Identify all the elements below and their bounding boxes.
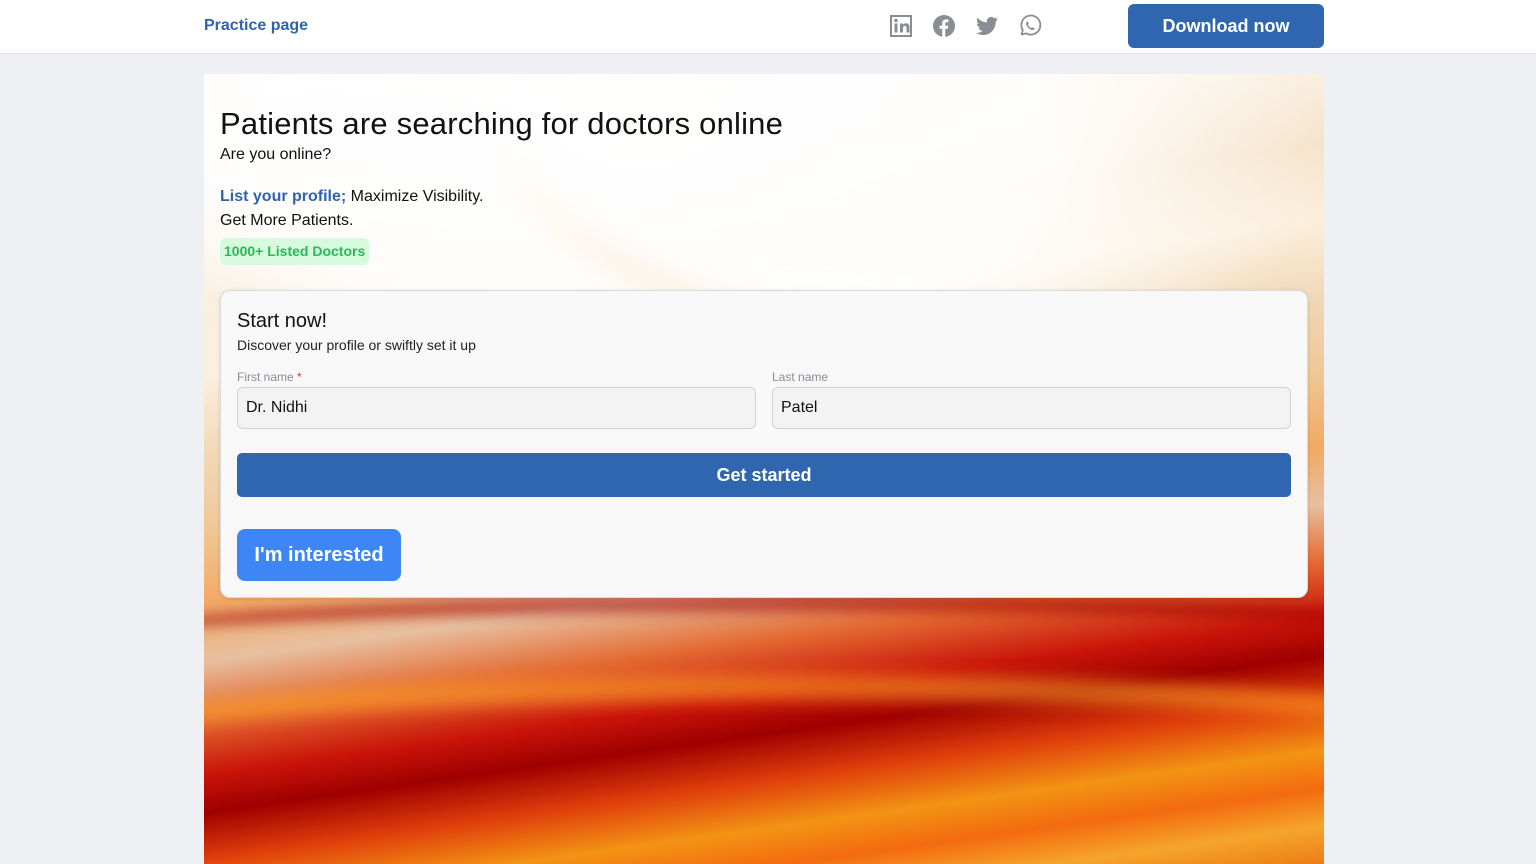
card-title: Start now! [237, 310, 328, 332]
last-name-label: Last name [772, 370, 829, 384]
page-title: Patients are searching for doctors onlin… [220, 106, 784, 141]
first-name-label: First name * [237, 370, 302, 384]
listed-doctors-badge: 1000+ Listed Doctors [220, 238, 370, 265]
hero-background-streak [204, 674, 1324, 864]
interested-button[interactable]: I'm interested [237, 529, 401, 581]
get-started-button[interactable]: Get started [237, 453, 1291, 497]
last-name-field[interactable] [772, 387, 1291, 429]
facebook-icon[interactable] [932, 13, 956, 39]
card-subtitle: Discover your profile or swiftly set it … [237, 337, 476, 353]
pitch-line-2: Get More Patients. [220, 212, 354, 229]
pitch-line-1: List your profile; Maximize Visibility. [220, 185, 483, 209]
list-profile-link[interactable]: List your profile; [220, 188, 346, 205]
hero-subtitle: Are you online? [220, 146, 332, 163]
twitter-icon[interactable] [975, 13, 999, 39]
required-asterisk: * [297, 370, 302, 384]
pitch-text: Maximize Visibility. [346, 188, 484, 205]
first-name-field[interactable] [237, 387, 756, 429]
social-links [889, 13, 1042, 39]
brand-link[interactable]: Practice page [204, 17, 308, 35]
first-name-label-text: First name [237, 370, 294, 384]
top-navbar: Practice page Download now [0, 0, 1536, 54]
signup-card: Start now! Discover your profile or swif… [220, 290, 1308, 598]
linkedin-icon[interactable] [889, 13, 913, 39]
download-now-button[interactable]: Download now [1128, 4, 1324, 48]
hero-pitch: List your profile; Maximize Visibility. … [220, 185, 483, 233]
whatsapp-icon[interactable] [1018, 13, 1042, 39]
